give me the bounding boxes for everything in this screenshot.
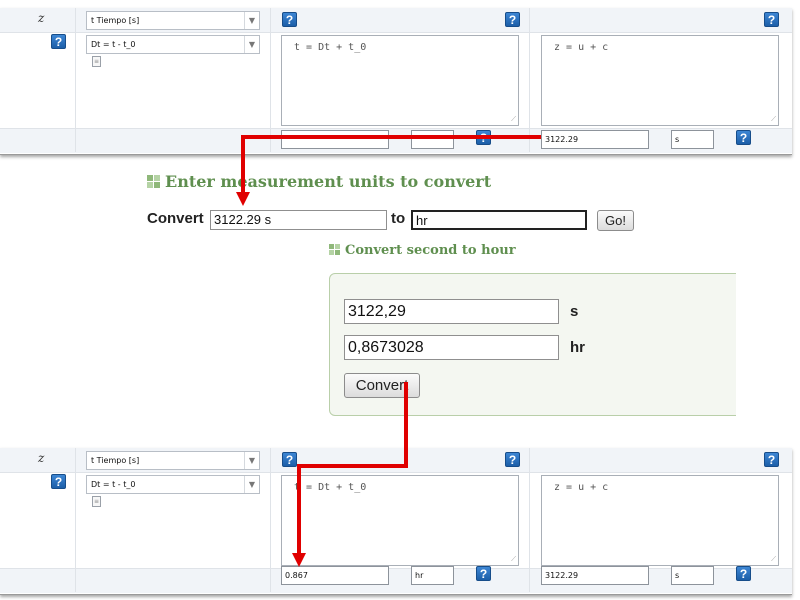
equation-text: z = u + c <box>554 482 609 493</box>
unit-input-2[interactable]: s <box>671 130 714 149</box>
resize-grip-icon[interactable]: ⟋ <box>511 115 516 124</box>
go-button[interactable]: Go! <box>597 210 634 231</box>
resize-grip-icon[interactable]: ⟋ <box>771 555 776 564</box>
equation-text: z = u + c <box>554 42 609 53</box>
conversion-subtitle: Convert second to hour <box>329 243 516 258</box>
grid-icon <box>147 175 160 188</box>
top-variable-panel: z t Tiempo [s] ▼ ? ? ? ? Dt = t - t_0 ▼ … <box>0 8 792 155</box>
result-to-unit: hr <box>570 339 585 356</box>
value-input-2[interactable]: 3122.29 <box>541 566 649 585</box>
time-variable-select[interactable]: t Tiempo [s] ▼ <box>86 11 260 30</box>
offset-select-value: Dt = t - t_0 <box>91 480 136 489</box>
help-icon[interactable]: ? <box>505 12 520 27</box>
time-variable-select-value: t Tiempo [s] <box>91 456 140 465</box>
to-label: to <box>391 210 406 227</box>
chevron-down-icon: ▼ <box>244 12 259 29</box>
convert-to-input[interactable]: hr <box>411 210 587 230</box>
resize-grip-icon[interactable]: ⟋ <box>771 115 776 124</box>
value-input-1[interactable]: 0.867 <box>281 566 389 585</box>
offset-select[interactable]: Dt = t - t_0 ▼ <box>86 35 260 54</box>
help-icon[interactable]: ? <box>51 34 66 49</box>
variable-label: z <box>38 11 45 25</box>
help-icon[interactable]: ? <box>736 130 751 145</box>
help-icon[interactable]: ? <box>764 452 779 467</box>
result-from-unit: s <box>570 303 579 320</box>
equation-textarea-2[interactable]: z = u + c ⟋ <box>541 35 779 126</box>
value-input-2[interactable]: 3122.29 <box>541 130 649 149</box>
equation-text: t = Dt + t_0 <box>294 42 367 53</box>
unit-input-2[interactable]: s <box>671 566 714 585</box>
equation-textarea-2[interactable]: z = u + c ⟋ <box>541 475 779 566</box>
arrowhead-icon <box>236 192 250 206</box>
page-crop-mask <box>736 262 800 432</box>
equation-text: t = Dt + t_0 <box>294 482 367 493</box>
conversion-result-box: 3122,29 s 0,8673028 hr Convert <box>329 273 749 416</box>
unit-input-1[interactable]: hr <box>411 566 454 585</box>
column-divider <box>270 8 271 152</box>
document-icon[interactable]: ≡ <box>92 496 101 507</box>
convert-label: Convert <box>147 210 204 227</box>
result-from-input[interactable]: 3122,29 <box>344 299 559 324</box>
help-icon[interactable]: ? <box>282 12 297 27</box>
bottom-variable-panel: z t Tiempo [s] ▼ ? ? ? ? Dt = t - t_0 ▼ … <box>0 448 792 595</box>
column-divider <box>529 448 530 592</box>
column-divider <box>75 8 76 152</box>
grid-icon <box>329 244 340 255</box>
help-icon[interactable]: ? <box>764 12 779 27</box>
equation-textarea-1[interactable]: t = Dt + t_0 ⟋ <box>281 475 519 566</box>
column-divider <box>75 448 76 592</box>
help-icon[interactable]: ? <box>736 566 751 581</box>
convert-button[interactable]: Convert <box>344 373 420 398</box>
value-input-1[interactable] <box>281 130 389 149</box>
unit-input-1[interactable] <box>411 130 454 149</box>
help-icon[interactable]: ? <box>282 452 297 467</box>
converter-title: Enter measurement units to convert <box>147 172 491 191</box>
help-icon[interactable]: ? <box>51 474 66 489</box>
offset-select-value: Dt = t - t_0 <box>91 40 136 49</box>
converter-title-text: Enter measurement units to convert <box>165 172 492 191</box>
chevron-down-icon: ▼ <box>244 36 259 53</box>
chevron-down-icon: ▼ <box>244 476 259 493</box>
convert-from-input[interactable]: 3122.29 s <box>210 210 387 230</box>
help-icon[interactable]: ? <box>476 566 491 581</box>
time-variable-select[interactable]: t Tiempo [s] ▼ <box>86 451 260 470</box>
column-divider <box>270 448 271 592</box>
conversion-subtitle-text: Convert second to hour <box>345 243 516 258</box>
time-variable-select-value: t Tiempo [s] <box>91 16 140 25</box>
column-divider <box>529 8 530 152</box>
variable-label: z <box>38 451 45 465</box>
equation-textarea-1[interactable]: t = Dt + t_0 ⟋ <box>281 35 519 126</box>
offset-select[interactable]: Dt = t - t_0 ▼ <box>86 475 260 494</box>
result-to-input[interactable]: 0,8673028 <box>344 335 559 360</box>
resize-grip-icon[interactable]: ⟋ <box>511 555 516 564</box>
help-icon[interactable]: ? <box>505 452 520 467</box>
document-icon[interactable]: ≡ <box>92 56 101 67</box>
chevron-down-icon: ▼ <box>244 452 259 469</box>
help-icon[interactable]: ? <box>476 130 491 145</box>
